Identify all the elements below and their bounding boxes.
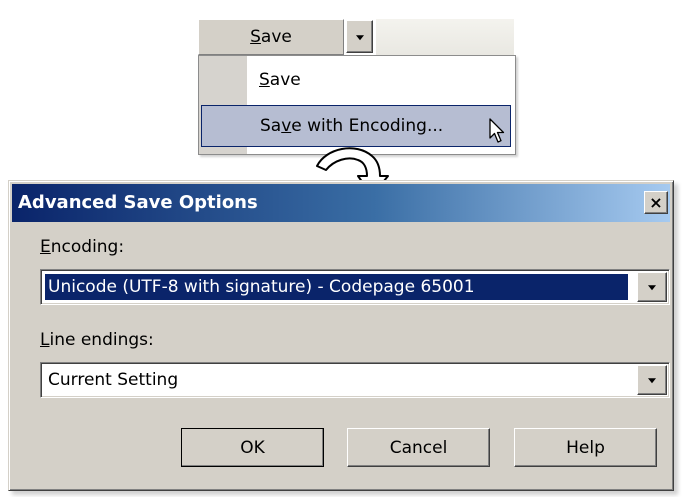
chevron-down-icon — [648, 285, 656, 291]
save-dropdown-button[interactable] — [346, 20, 373, 53]
close-button[interactable]: × — [644, 191, 668, 214]
toolbar-background — [376, 19, 514, 55]
menu-item-save-with-encoding-label: Save with Encoding... — [260, 116, 444, 136]
ok-button[interactable]: OK — [181, 428, 324, 467]
line-endings-dropdown-button[interactable] — [637, 365, 667, 395]
save-button-label: Save — [250, 27, 292, 47]
save-split-button: Save — [198, 19, 514, 55]
ok-button-label: OK — [240, 437, 265, 458]
encoding-select[interactable]: Unicode (UTF-8 with signature) - Codepag… — [40, 269, 670, 305]
cancel-button[interactable]: Cancel — [347, 428, 490, 467]
encoding-label: Encoding: — [40, 237, 125, 257]
menu-item-save[interactable]: Save — [201, 60, 511, 100]
save-button[interactable]: Save — [198, 19, 344, 55]
encoding-dropdown-button[interactable] — [637, 272, 667, 302]
save-menu: Save Save with Encoding... — [198, 55, 516, 155]
menu-item-save-label: Save — [259, 70, 301, 90]
mouse-pointer-icon — [489, 118, 505, 143]
close-icon: × — [649, 192, 663, 212]
menu-item-save-with-encoding[interactable]: Save with Encoding... — [201, 105, 511, 147]
help-button-label: Help — [566, 437, 605, 458]
line-endings-value: Current Setting — [48, 370, 179, 390]
dialog-titlebar[interactable]: Advanced Save Options × — [12, 184, 670, 222]
dialog-title: Advanced Save Options — [18, 192, 258, 213]
line-endings-select[interactable]: Current Setting — [40, 362, 670, 398]
cancel-button-label: Cancel — [389, 437, 448, 458]
help-button[interactable]: Help — [514, 428, 657, 467]
chevron-down-icon — [355, 34, 364, 40]
chevron-down-icon — [648, 378, 656, 384]
encoding-value: Unicode (UTF-8 with signature) - Codepag… — [45, 274, 628, 300]
advanced-save-options-dialog: Advanced Save Options × Encoding: Unicod… — [8, 180, 674, 491]
line-endings-label: Line endings: — [40, 330, 154, 350]
